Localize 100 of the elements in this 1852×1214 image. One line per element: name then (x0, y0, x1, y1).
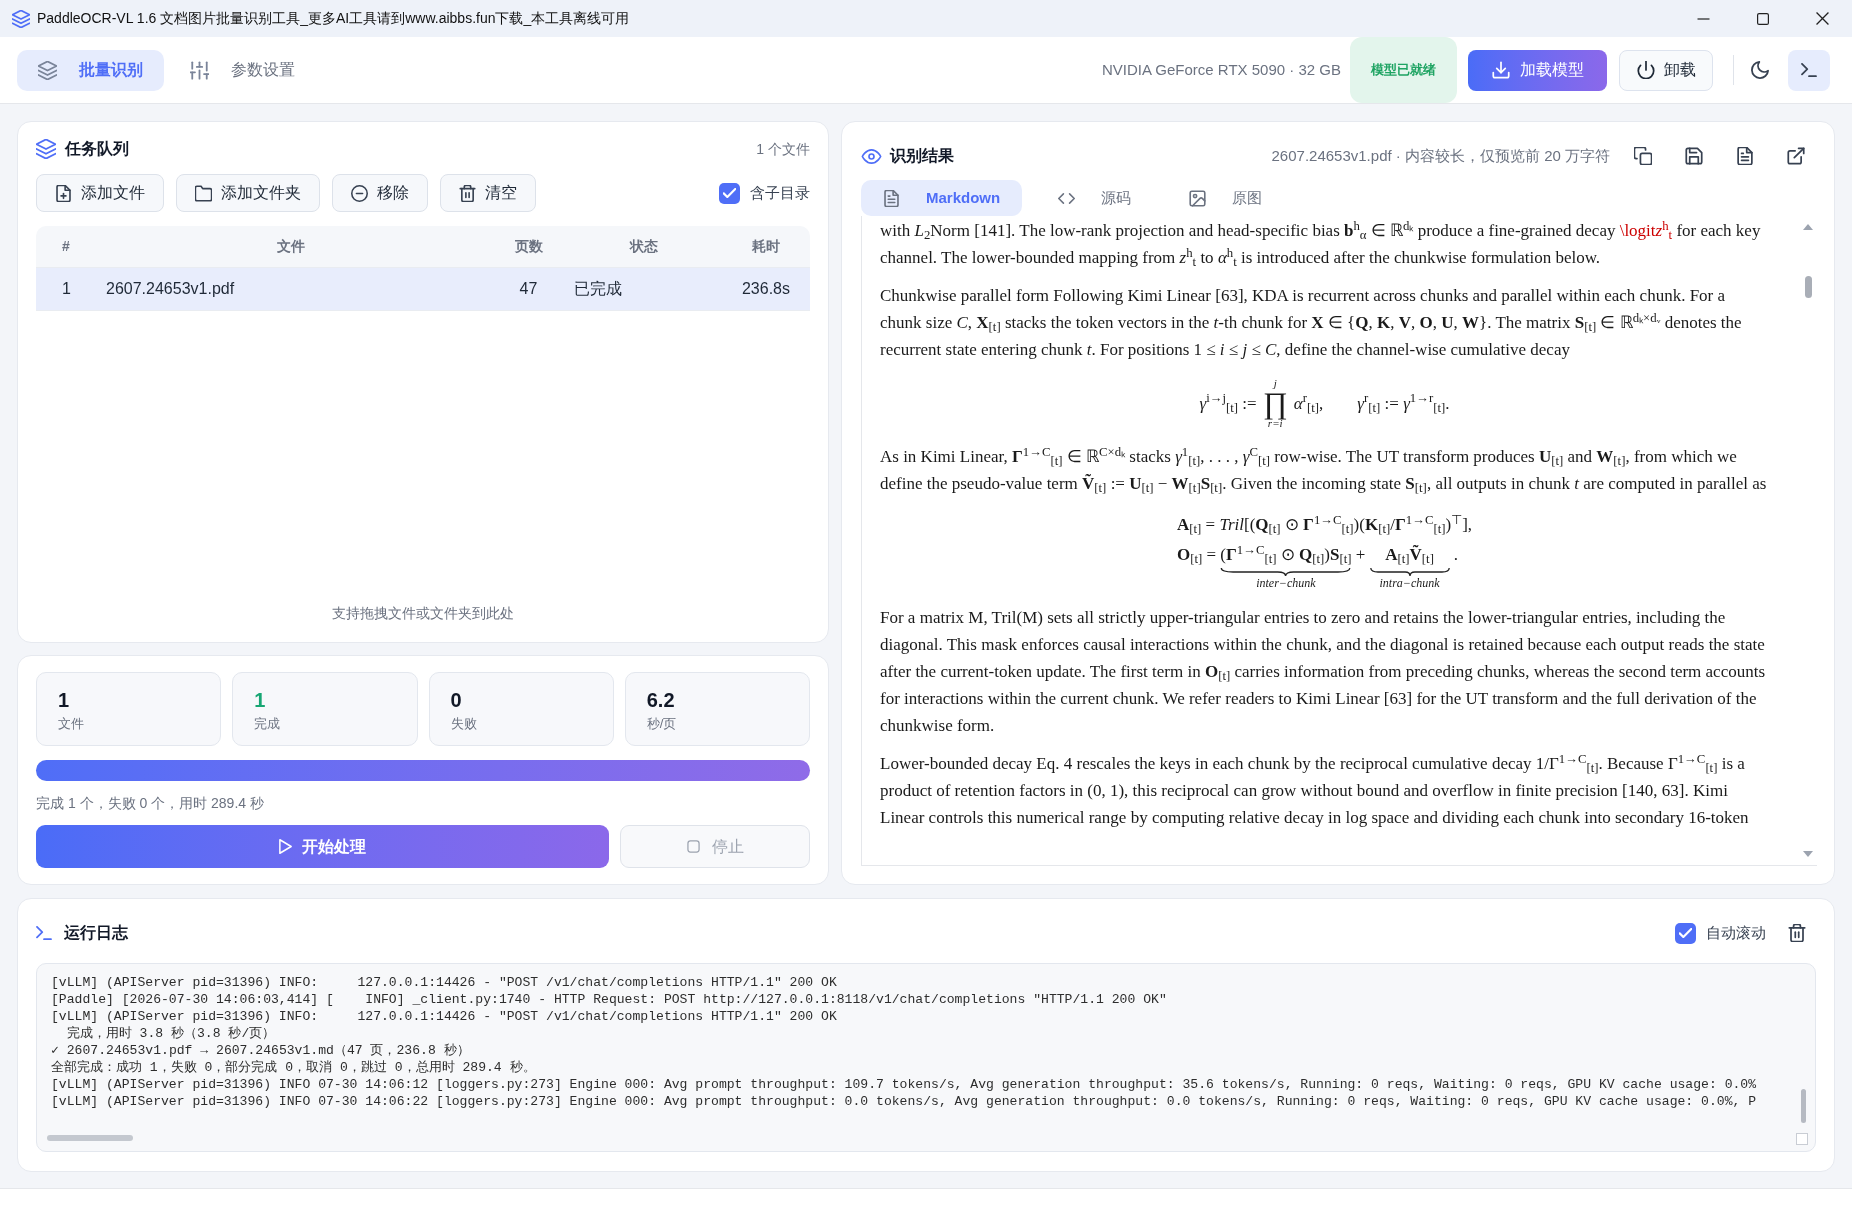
underbrace-label: intra−chunk (1378, 576, 1441, 590)
column-header: 耗时 (750, 237, 781, 256)
checkbox-label: 自动滚动 (1706, 922, 1766, 943)
window-title: PaddleOCR-VL 1.6 文档图片批量识别工具_更多AI工具请到www.aibbs.fun下载_本工具离线可用 (37, 9, 630, 28)
stat-label: 完成 (254, 715, 281, 733)
gpu-info: NVIDIA GeForce RTX 5090 · 32 GB (1102, 59, 1341, 80)
result-tab[interactable]: 原图 (1167, 180, 1285, 216)
close-icon[interactable] (1815, 12, 1829, 25)
math-expression: O$_{[t]}$ = (1176, 544, 1218, 568)
document-icon[interactable] (1736, 147, 1754, 165)
trash-icon[interactable] (1788, 924, 1806, 942)
minus-circle-icon (351, 184, 368, 202)
file-count: 1 个文件 (756, 139, 810, 159)
checkbox-label: 含子目录 (750, 182, 810, 203)
math-expression: A$_{[t]}$Ṽ$_{[t]}$ (1384, 544, 1435, 568)
toolbar-button[interactable]: 清空 (440, 174, 536, 212)
summary-text: 完成 1 个，失败 0 个，用时 289.4 秒 (36, 794, 265, 813)
load-model-button[interactable]: 加载模型 (1468, 49, 1607, 91)
panel-title: 任务队列 (65, 139, 129, 159)
operator-limit: j (1273, 377, 1277, 389)
stat-label: 文件 (58, 715, 84, 733)
table-cell-text: 47 (518, 279, 539, 299)
log-line: [vLLM] (APIServer pid=31396) INFO: 127.0.0.1:14426 - "POST /v1/chat/completions HTTP/1.1" 200 OK (51, 974, 838, 991)
square-icon (686, 840, 700, 853)
copy-icon[interactable] (1634, 147, 1652, 165)
layers-icon (12, 9, 30, 28)
external-link-icon[interactable] (1787, 147, 1805, 165)
paragraph: with L$_{2}$Norm [141]. The low-rank projection and head-specific bias b$^{h}$$_{α}$ ∈ ℝ$^{dₖ}$ produce a fine-grained decay \logitz$^{h}$$_{t}$ for each key channel. The lower-bounded mapping from z$^{h}$$_{t}$ to α$^{h}$$_{t}$ is introduced after the chunkwise formulation below. (880, 217, 1762, 271)
table-row[interactable]: 1 2607.24653v1.pdf 47 已完成 236.8s (36, 268, 810, 311)
terminal-icon (36, 926, 52, 940)
power-icon (1636, 61, 1655, 79)
math-expression: (Γ$^{1→C}$$_{[t]}$ ⊙ Q$_{[t]}$)S$_{[t]}$ (1220, 541, 1352, 568)
log-line: [vLLM] (APIServer pid=31396) INFO 07-30 14:06:22 [loggers.py:273] Engine 000: Avg prompt throughput: 0.0 tokens/s, Avg generation throughput: 0.0 tokens/s, Running: 0 reqs, Waiting: 0 reqs, GPU KV cache usage: 0.0%, P (51, 1093, 1758, 1110)
result-tab[interactable]: Markdown (861, 180, 1023, 216)
scrollbar-thumb[interactable] (1804, 276, 1812, 298)
paragraph: For a matrix M, Tril(M) sets all strictly upper-triangular entries to zero and retains the lower-triangular entries, including the diagonal. This mask enforces causal interactions within the chunk, and the diagonal is retained because each output reads the state after the current-token update. The first term in O$_{[t]}$ carries information from preceding chunks, whereas the second term accounts for interactions within the current chunk. We refer readers to Kimi Linear [63] for the UT transform and the full derivation of the chunkwise form. (880, 607, 1767, 737)
table-cell-text: 已完成 (573, 279, 623, 299)
toolbar-button[interactable]: 移除 (332, 174, 428, 212)
underbrace-label: inter−chunk (1255, 576, 1317, 590)
terminal-icon (1801, 63, 1817, 77)
stat-value: 0 (450, 688, 462, 712)
column-header: 页数 (513, 237, 544, 256)
stat-value: 1 (58, 688, 70, 712)
log-line: [vLLM] (APIServer pid=31396) INFO: 127.0.0.1:14426 - "POST /v1/chat/completions HTTP/1.1" 200 OK (51, 1008, 838, 1025)
math-expression: A$_{[t]}$ = Tril[(Q$_{[t]}$ ⊙ Γ$^{1→C}$$_{[t]}$)(K$_{[t]}$/Γ$^{1→C}$$_{[t]}$)$^{⊤}$], (1176, 511, 1473, 538)
terminal-button[interactable] (1788, 49, 1830, 91)
moon-icon[interactable] (1751, 61, 1769, 79)
layers-icon (38, 60, 57, 80)
file-plus-icon (55, 184, 72, 202)
unload-button[interactable]: 卸载 (1619, 49, 1713, 91)
toolbar-button[interactable]: 添加文件 (36, 174, 164, 212)
column-header: 状态 (628, 237, 659, 256)
model-status-badge: 模型已就绪 (1350, 37, 1457, 103)
table-cell-text: 2607.24653v1.pdf (105, 279, 236, 299)
scrollbar-thumb[interactable] (1801, 1089, 1806, 1123)
eye-icon (861, 148, 882, 164)
download-icon (1491, 61, 1510, 79)
column-header: 文件 (276, 237, 306, 256)
sliders-icon (190, 60, 209, 80)
save-icon[interactable] (1685, 147, 1703, 165)
paragraph: Lower-bounded decay Eq. 4 rescales the keys in each chunk by the reciprocal cumulative decay 1/Γ$^{1→C}$$_{[t]}$. Because Γ$^{1→C}$$_{[t]}$ is a product of retention factors in (0, 1), this reciprocal can grow without bound and overflow in finite precision [140, 63]. Kimi Linear controls this numerical range by computing relative decay in log space and dividing each chunk into secondary 16-token (880, 750, 1750, 829)
trash-icon (459, 184, 476, 202)
start-button[interactable]: 开始处理 (36, 825, 609, 868)
paragraph: As in Kimi Linear, Γ$^{1→C}$$_{[t]}$ ∈ ℝ$^{C×dₖ}$ stacks γ$^{1}$$_{[t]}$, . . . , γ$^{C}$$_{[t]}$ row-wise. The UT transform produces U$_{[t]}$ and W$_{[t]}$, from which we define the pseudo-value term Ṽ$_{[t]}$ := U$_{[t]}$ − W$_{[t]}$S$_{[t]}$. Given the incoming state S$_{[t]}$, all outputs in chunk t are computed in parallel as (880, 443, 1768, 497)
check-icon (723, 188, 736, 198)
checkbox[interactable] (719, 182, 740, 204)
drop-hint: 支持拖拽文件或文件夹到此处 (332, 604, 514, 623)
stat-label: 失败 (450, 715, 477, 733)
underbrace-icon (1220, 568, 1352, 576)
nav-tab[interactable]: 参数设置 (169, 49, 316, 91)
checkbox[interactable] (1675, 922, 1696, 944)
stat-value: 1 (254, 688, 266, 712)
toolbar-button[interactable]: 添加文件夹 (176, 174, 320, 212)
layers-icon (36, 139, 56, 159)
minimize-icon[interactable] (1697, 17, 1710, 20)
math-expression: + (1354, 544, 1367, 566)
math-expression: α$^{r}$$_{[t]}$, γ$^{r}$$_{[t]}$ := γ$^{1→r}$$_{[t]}$. (1292, 390, 1450, 417)
underbrace-icon (1369, 568, 1450, 576)
table-cell-text: 1 (61, 279, 72, 299)
log-line: 全部完成：成功 1，失败 0，部分完成 0，取消 0，跳过 0，总用时 289.4 秒。 (51, 1059, 537, 1076)
stat-label: 秒/页 (646, 715, 677, 733)
play-icon (279, 839, 292, 854)
panel-title: 识别结果 (890, 146, 954, 166)
math-expression: . (1452, 544, 1459, 566)
maximize-icon[interactable] (1756, 12, 1769, 25)
panel-title: 运行日志 (64, 923, 128, 943)
stat-value: 6.2 (646, 688, 675, 712)
log-line: 完成，用时 3.8 秒（3.8 秒/页） (65, 1025, 277, 1042)
file-info: 2607.24653v1.pdf · 内容较长，仅预览前 20 万字符 (1271, 145, 1610, 166)
folder-icon (195, 184, 212, 202)
paragraph: Chunkwise parallel form Following Kimi Linear [63], KDA is recurrent across chunks and parallel within each chunk. For a chunk size C, X$_{[t]}$ stacks the token vectors in the t-th chunk for X ∈ {Q, K, V, O, U, W}. The matrix S$_{[t]}$ ∈ ℝ$^{dₖ×dᵥ}$ denotes the recurrent state entering chunk t. For positions 1 ≤ i ≤ j ≤ C, define the channel-wise cumulative decay (880, 285, 1743, 361)
image-icon (1189, 189, 1207, 207)
log-line: [Paddle] [2026-07-30 14:06:03,414] [ INFO] _client.py:1740 - HTTP Request: POST http://127.0.0.1:8118/v1/chat/completions "HTTP/1.1 200 OK" (51, 991, 1168, 1008)
table-cell-text: 236.8s (740, 279, 791, 299)
result-tab[interactable]: 源码 (1036, 180, 1154, 216)
nav-tab[interactable]: 批量识别 (17, 49, 164, 91)
column-header: # (61, 237, 71, 256)
log-line: [vLLM] (APIServer pid=31396) INFO 07-30 14:06:12 [loggers.py:273] Engine 000: Avg prompt throughput: 109.7 tokens/s, Avg generation throughput: 35.6 tokens/s, Running: 0 reqs, Waiting: 0 reqs, GPU KV cache usage: 0.0% (51, 1076, 1758, 1093)
scrollbar-corner (1796, 1133, 1808, 1145)
scrollbar-thumb[interactable] (47, 1135, 133, 1141)
